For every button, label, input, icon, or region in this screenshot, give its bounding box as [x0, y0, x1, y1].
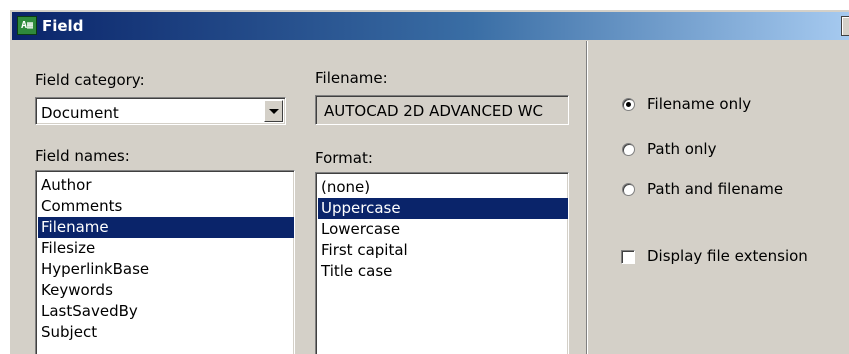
list-item[interactable]: (none) — [318, 177, 568, 198]
field-names-label: Field names: — [35, 147, 130, 165]
field-app-icon: A▦ — [17, 16, 37, 35]
display-extension-checkbox[interactable] — [621, 250, 635, 264]
field-category-label: Field category: — [35, 71, 145, 89]
list-item[interactable]: Comments — [38, 196, 294, 217]
field-dialog: A▦ Field Field category: Document Field … — [9, 9, 849, 354]
list-item[interactable]: LastSavedBy — [38, 301, 294, 322]
close-button[interactable] — [841, 16, 849, 36]
radio-path-only-label[interactable]: Path only — [647, 140, 716, 158]
chevron-down-icon[interactable] — [264, 100, 283, 122]
display-extension-label[interactable]: Display file extension — [647, 247, 808, 265]
field-category-value: Document — [41, 104, 119, 122]
column-divider — [586, 41, 588, 354]
list-item[interactable]: Title case — [318, 261, 568, 282]
list-item[interactable]: Keywords — [38, 280, 294, 301]
filename-field: AUTOCAD 2D ADVANCED WC — [315, 95, 569, 125]
list-item-selected[interactable]: Filename — [38, 217, 294, 238]
format-label: Format: — [315, 149, 373, 167]
filename-label: Filename: — [315, 69, 388, 87]
list-item-selected[interactable]: Uppercase — [318, 198, 568, 219]
window-title: Field — [42, 17, 84, 35]
title-bar[interactable]: A▦ Field — [12, 12, 849, 40]
radio-filename-only-label[interactable]: Filename only — [647, 95, 751, 113]
radio-path-and-filename[interactable] — [622, 183, 635, 196]
list-item[interactable]: Lowercase — [318, 219, 568, 240]
list-item[interactable]: HyperlinkBase — [38, 259, 294, 280]
list-item[interactable]: Author — [38, 175, 294, 196]
radio-path-only[interactable] — [622, 143, 635, 156]
field-category-combo[interactable]: Document — [35, 97, 286, 125]
radio-path-and-filename-label[interactable]: Path and filename — [647, 180, 783, 198]
radio-filename-only[interactable] — [622, 98, 635, 111]
format-list[interactable]: (none) Uppercase Lowercase First capital… — [315, 172, 569, 354]
field-names-list[interactable]: Author Comments Filename Filesize Hyperl… — [35, 170, 295, 354]
list-item[interactable]: First capital — [318, 240, 568, 261]
list-item[interactable]: Subject — [38, 322, 294, 343]
filename-value: AUTOCAD 2D ADVANCED WC — [324, 102, 544, 120]
list-item[interactable]: Filesize — [38, 238, 294, 259]
